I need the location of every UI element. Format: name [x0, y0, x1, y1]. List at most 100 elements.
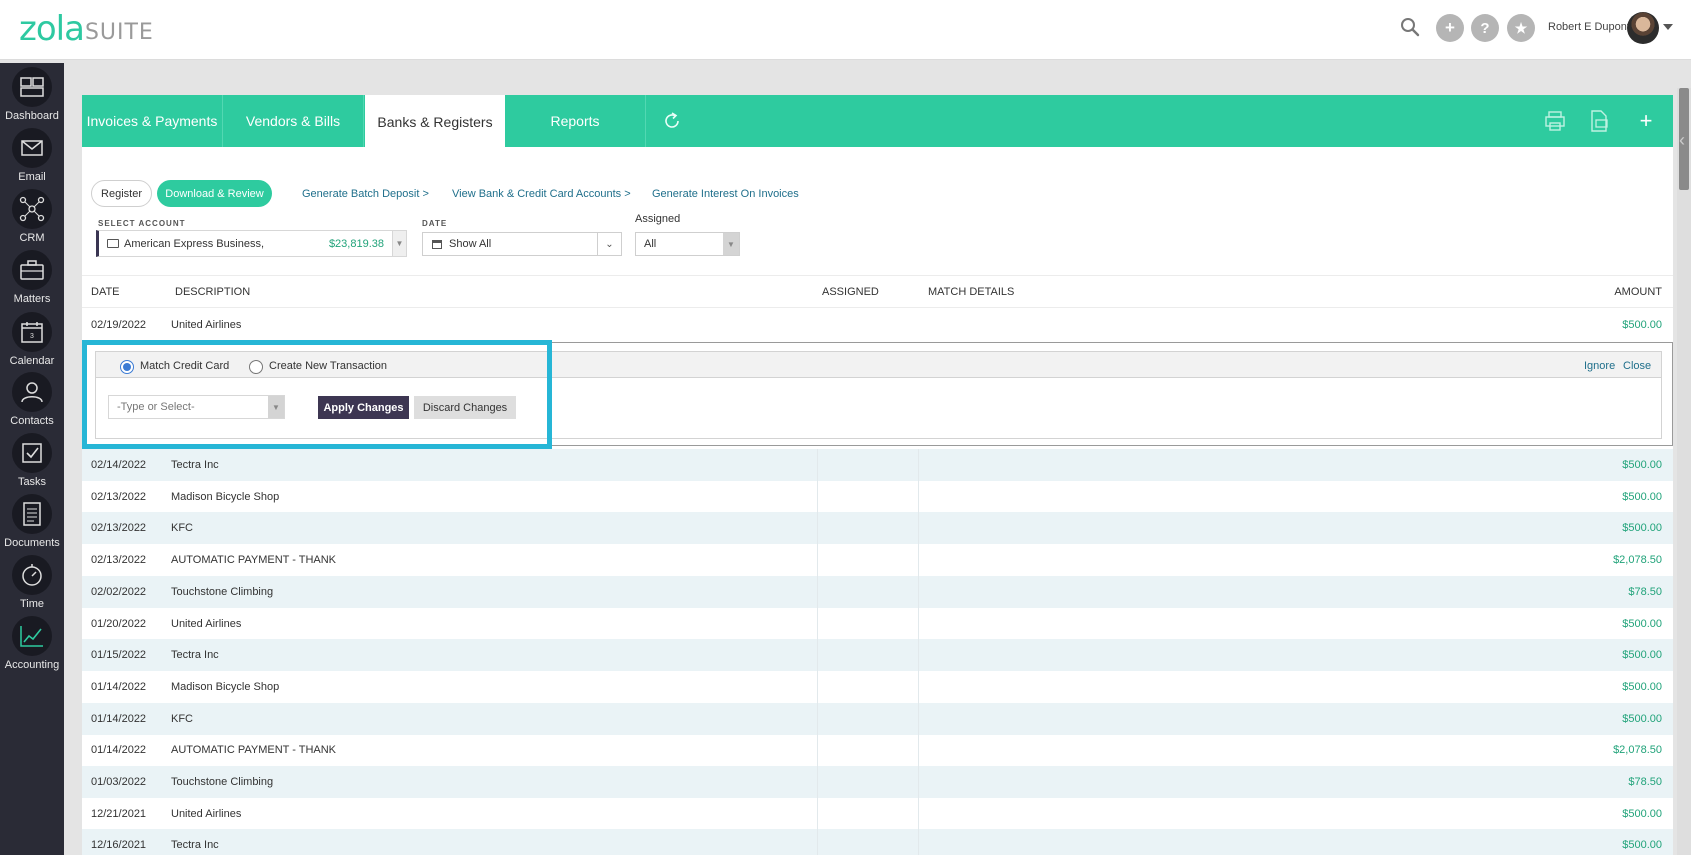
- view-accounts-link[interactable]: View Bank & Credit Card Accounts >: [452, 188, 631, 200]
- table-row[interactable]: 01/20/2022 United Airlines $500.00: [82, 607, 1673, 640]
- refresh-icon[interactable]: [660, 109, 684, 133]
- table-row[interactable]: 12/21/2021 United Airlines $500.00: [82, 797, 1673, 830]
- generate-batch-deposit-link[interactable]: Generate Batch Deposit >: [302, 188, 429, 200]
- sidebar-item-email[interactable]: Email: [0, 128, 64, 186]
- table-row[interactable]: 02/13/2022 Madison Bicycle Shop $500.00: [82, 480, 1673, 513]
- column-divider: [817, 797, 818, 830]
- sidebar-item-time[interactable]: Time: [0, 555, 64, 613]
- sidebar-item-contacts[interactable]: Contacts: [0, 372, 64, 430]
- plus-icon[interactable]: +: [1436, 14, 1464, 42]
- sidebar-item-tasks[interactable]: Tasks: [0, 433, 64, 491]
- row-date: 02/02/2022: [91, 585, 147, 598]
- sidebar-item-matters[interactable]: Matters: [0, 250, 64, 308]
- close-link[interactable]: Close: [1623, 360, 1651, 372]
- sidebar-item-calendar[interactable]: 3 Calendar: [0, 312, 64, 370]
- row-date: 02/14/2022: [91, 459, 147, 471]
- column-divider: [817, 480, 818, 513]
- search-icon[interactable]: [1400, 17, 1420, 37]
- column-divider: [918, 449, 919, 481]
- date-label: DATE: [422, 219, 448, 228]
- sidebar-item-accounting[interactable]: Accounting: [0, 616, 64, 674]
- zolasuite-logo[interactable]: zola SUITE: [19, 12, 154, 46]
- row-amount: $78.50: [1628, 585, 1662, 598]
- row-amount: $500.00: [1622, 839, 1662, 852]
- column-divider: [817, 639, 818, 672]
- row-amount: $2,078.50: [1613, 744, 1662, 757]
- discard-changes-button[interactable]: Discard Changes: [414, 396, 516, 419]
- apply-changes-button[interactable]: Apply Changes: [318, 396, 409, 419]
- print-icon[interactable]: [1543, 109, 1567, 133]
- logo-primary: zola: [19, 9, 85, 49]
- row-amount: $78.50: [1628, 776, 1662, 788]
- chevron-down-icon[interactable]: [1663, 24, 1673, 30]
- sidebar-item-label: Calendar: [9, 355, 55, 367]
- chevron-left-icon[interactable]: ‹: [1679, 130, 1685, 151]
- transaction-type-placeholder: -Type or Select-: [117, 401, 195, 413]
- row-date: 02/19/2022: [91, 319, 147, 331]
- column-divider: [918, 512, 919, 545]
- column-divider: [817, 449, 818, 481]
- star-icon[interactable]: ★: [1507, 14, 1535, 42]
- match-credit-card-radio[interactable]: [120, 360, 134, 374]
- column-divider: [817, 670, 818, 703]
- column-divider: [918, 575, 919, 608]
- dropdown-arrow-icon[interactable]: ▼: [268, 396, 284, 418]
- dropdown-arrow-icon[interactable]: ▼: [392, 231, 406, 256]
- date-filter-select[interactable]: Show All ⌄: [422, 232, 622, 256]
- dropdown-arrow-icon[interactable]: ▼: [723, 233, 739, 255]
- column-divider: [918, 734, 919, 767]
- assigned-label: Assigned: [635, 213, 681, 225]
- column-divider: [918, 670, 919, 703]
- sidebar-item-crm[interactable]: CRM: [0, 189, 64, 247]
- avatar[interactable]: [1627, 12, 1659, 44]
- table-row[interactable]: 01/15/2022 Tectra Inc $500.00: [82, 639, 1673, 672]
- row-description: Tectra Inc: [171, 459, 219, 471]
- download-review-button[interactable]: Download & Review: [157, 180, 272, 207]
- row-amount: $500.00: [1622, 807, 1662, 820]
- generate-interest-link[interactable]: Generate Interest On Invoices: [652, 188, 799, 200]
- column-divider: [817, 544, 818, 577]
- table-row[interactable]: 01/14/2022 Madison Bicycle Shop $500.00: [82, 670, 1673, 703]
- tab-invoices-payments[interactable]: Invoices & Payments: [82, 95, 223, 147]
- column-divider: [817, 512, 818, 545]
- chevron-down-icon[interactable]: ⌄: [597, 233, 621, 255]
- help-icon[interactable]: ?: [1471, 14, 1499, 42]
- dashboard-icon: [12, 67, 52, 107]
- sidebar-item-dashboard[interactable]: Dashboard: [0, 67, 64, 125]
- column-divider: [918, 829, 919, 855]
- column-divider: [918, 544, 919, 577]
- scrollbar-track[interactable]: [1677, 88, 1691, 855]
- create-new-transaction-label[interactable]: Create New Transaction: [269, 360, 387, 372]
- transaction-type-select[interactable]: -Type or Select- ▼: [108, 395, 285, 419]
- assigned-filter-select[interactable]: All ▼: [635, 232, 740, 256]
- ignore-link[interactable]: Ignore: [1584, 360, 1615, 372]
- table-row[interactable]: 02/14/2022 Tectra Inc $500.00: [82, 449, 1673, 481]
- table-row[interactable]: 01/03/2022 Touchstone Climbing $78.50: [82, 766, 1673, 798]
- export-document-icon[interactable]: [1587, 109, 1611, 133]
- column-divider: [918, 766, 919, 798]
- register-button[interactable]: Register: [91, 180, 152, 207]
- table-row[interactable]: 12/16/2021 Tectra Inc $500.00: [82, 829, 1673, 855]
- table-row[interactable]: 02/13/2022 AUTOMATIC PAYMENT - THANK $2,07…: [82, 544, 1673, 577]
- account-balance: $23,819.38: [328, 237, 384, 250]
- sidebar-item-documents[interactable]: Documents: [0, 494, 64, 552]
- contacts-icon: [12, 372, 52, 412]
- tab-reports[interactable]: Reports: [505, 95, 646, 147]
- tab-banks-registers[interactable]: Banks & Registers: [365, 95, 505, 149]
- tab-vendors-bills[interactable]: Vendors & Bills: [223, 95, 364, 147]
- column-divider: [918, 797, 919, 830]
- table-row[interactable]: 02/02/2022 Touchstone Climbing $78.50: [82, 575, 1673, 608]
- add-icon[interactable]: +: [1634, 108, 1658, 133]
- user-name[interactable]: Robert E Dupont: [1548, 21, 1630, 33]
- match-credit-card-label[interactable]: Match Credit Card: [140, 360, 229, 372]
- table-row[interactable]: 01/14/2022 AUTOMATIC PAYMENT - THANK $2,07…: [82, 734, 1673, 767]
- sidebar-item-label: Accounting: [4, 659, 60, 671]
- table-row[interactable]: 02/13/2022 KFC $500.00: [82, 512, 1673, 545]
- table-row[interactable]: 01/14/2022 KFC $500.00: [82, 702, 1673, 735]
- table-row[interactable]: 02/19/2022 United Airlines $500.00: [82, 309, 1673, 341]
- stopwatch-icon: [12, 555, 52, 595]
- row-date: 12/21/2021: [91, 807, 147, 820]
- create-new-transaction-radio[interactable]: [249, 360, 263, 374]
- account-select[interactable]: American Express Business, $23,819.38 ▼: [96, 230, 407, 257]
- logo-secondary: SUITE: [84, 20, 154, 45]
